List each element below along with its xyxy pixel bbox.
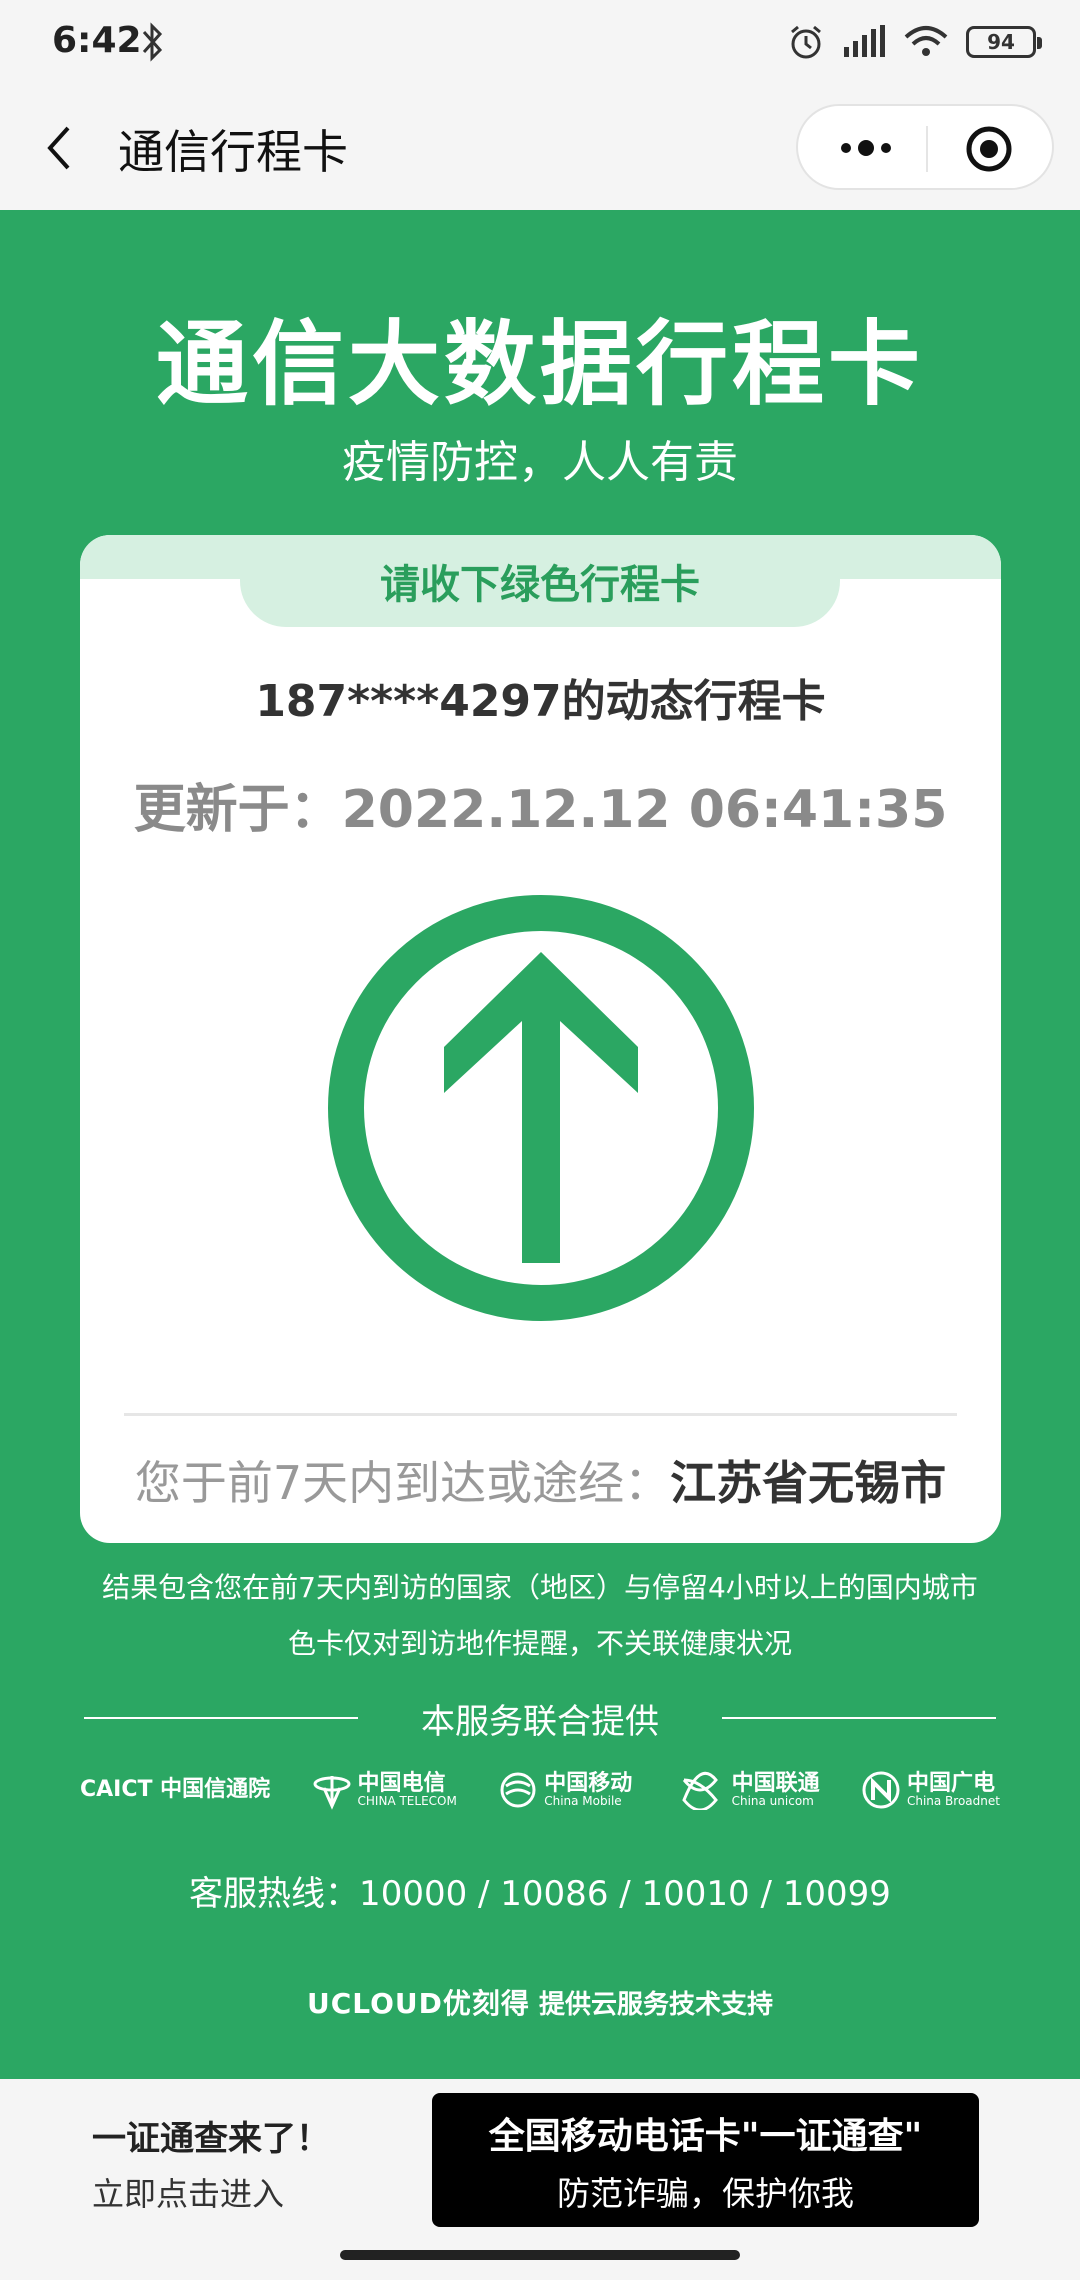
ucloud-brand: UCLOUD优刻得 — [307, 1987, 530, 2020]
signal-icon — [844, 25, 885, 57]
nav-bar: 通信行程卡 — [0, 86, 1080, 210]
page-title: 通信行程卡 — [118, 125, 348, 179]
telecom-name: 中国电信 — [357, 1771, 446, 1796]
phone-line: 187****4297的动态行程卡 — [255, 676, 826, 727]
banner-button-line1: 全国移动电话卡"一证通查" — [488, 2116, 923, 2157]
caict-logo: CAICT 中国信通院 — [80, 1779, 270, 1801]
yizhengtongcha-button[interactable]: 全国移动电话卡"一证通查" 防范诈骗，保护你我 — [432, 2093, 979, 2227]
green-arrow-icon — [328, 895, 754, 1321]
note-line-2: 色卡仅对到访地作提醒，不关联健康状况 — [287, 1627, 792, 1660]
broadnet-en: China Broadnet — [906, 1794, 1000, 1808]
china-unicom-logo: 中国联通 China unicom — [674, 1770, 820, 1810]
unicom-icon — [681, 1771, 718, 1810]
mobile-icon — [500, 1772, 536, 1808]
card-divider — [124, 1413, 957, 1416]
china-broadnet-logo: 中国广电 China Broadnet — [861, 1770, 1000, 1810]
china-mobile-logo: 中国移动 China Mobile — [498, 1770, 632, 1810]
mobile-name: 中国移动 — [544, 1771, 633, 1796]
banner-title[interactable]: 一证通查来了！ — [92, 2111, 330, 2160]
hotline: 客服热线：10000 / 10086 / 10010 / 10099 — [189, 1874, 891, 1914]
note-line-1: 结果包含您在前7天内到访的国家（地区）与停留4小时以上的国内城市 — [102, 1571, 978, 1604]
unicom-name: 中国联通 — [731, 1771, 820, 1796]
capsule-divider — [926, 126, 928, 172]
close-target-icon[interactable] — [964, 124, 1014, 174]
status-bar: 6:42 94 — [0, 0, 1080, 86]
travel-card: 请收下绿色行程卡 187****4297的动态行程卡 更新于：2022.12.1… — [80, 535, 1001, 1543]
back-icon[interactable] — [40, 118, 80, 178]
unicom-en: China unicom — [731, 1794, 814, 1808]
main-title: 通信大数据行程卡 — [155, 311, 924, 418]
bluetooth-icon — [142, 22, 163, 62]
visited-prefix: 您于前7天内到达或途经： — [134, 1456, 671, 1510]
main-subtitle: 疫情防控，人人有责 — [342, 437, 738, 488]
status-icons: 94 — [788, 22, 1042, 62]
updated-time: 更新于：2022.12.12 06:41:35 — [133, 780, 948, 840]
service-row: 本服务联合提供 — [0, 1692, 1080, 1742]
visited-line: 您于前7天内到达或途经：江苏省无锡市 — [124, 1447, 957, 1513]
service-line-right — [722, 1717, 996, 1719]
china-telecom-logo: 中国电信 CHINA TELECOM — [312, 1770, 457, 1810]
alarm-icon — [791, 25, 821, 59]
provider-logos: CAICT 中国信通院 中国电信 CHINA TELECOM 中国移动 Chin… — [80, 1765, 1000, 1815]
telecom-en: CHINA TELECOM — [357, 1794, 457, 1808]
battery-icon: 94 — [966, 26, 1042, 58]
wifi-icon — [904, 26, 948, 56]
banner-button-line2: 防范诈骗，保护你我 — [557, 2174, 854, 2213]
mobile-en: China Mobile — [544, 1794, 622, 1808]
more-icon[interactable] — [836, 126, 896, 170]
caict-name: CAICT 中国信通院 — [80, 1777, 271, 1802]
broadnet-icon — [862, 1771, 900, 1809]
telecom-icon — [313, 1776, 351, 1810]
broadnet-name: 中国广电 — [906, 1771, 995, 1796]
bottom-banner[interactable]: 一证通查来了！ 立即点击进入 全国移动电话卡"一证通查" 防范诈骗，保护你我 — [0, 2079, 1080, 2280]
battery-level: 94 — [987, 30, 1015, 54]
visited-city: 江苏省无锡市 — [670, 1456, 947, 1510]
home-indicator[interactable] — [340, 2250, 740, 2260]
card-tab: 请收下绿色行程卡 — [240, 535, 840, 627]
mini-program-capsule — [796, 104, 1054, 190]
status-time: 6:42 — [52, 20, 142, 61]
ucloud-text: 提供云服务技术支持 — [538, 1990, 773, 2020]
banner-subtitle[interactable]: 立即点击进入 — [92, 2169, 284, 2215]
ucloud-credit: UCLOUD优刻得 提供云服务技术支持 — [0, 1982, 1080, 2022]
